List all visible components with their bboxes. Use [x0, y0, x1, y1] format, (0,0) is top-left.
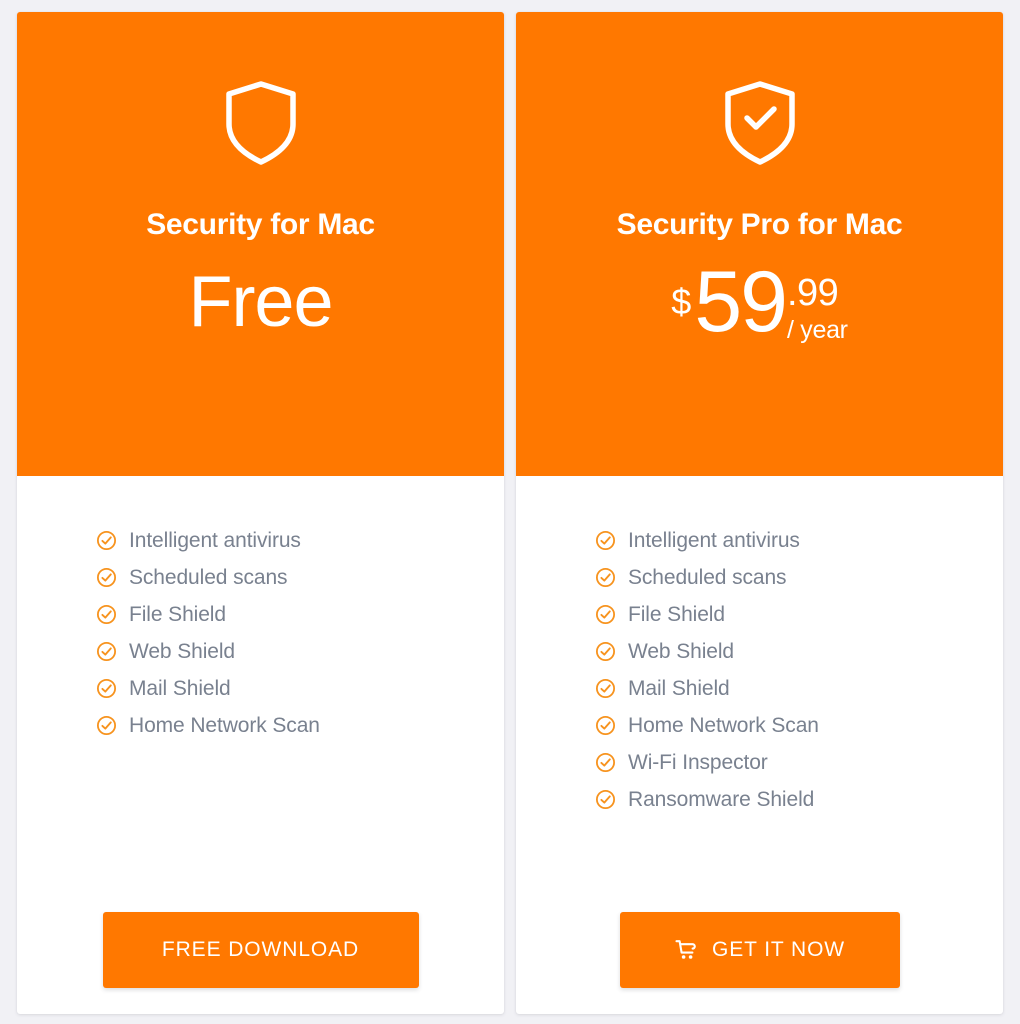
- check-circle-icon: [595, 641, 628, 662]
- check-circle-icon: [96, 530, 129, 551]
- get-it-now-button[interactable]: GET IT NOW: [619, 912, 900, 988]
- check-circle-icon: [96, 567, 129, 588]
- feature-label: Ransomware Shield: [628, 787, 815, 811]
- feature-label: File Shield: [129, 602, 226, 626]
- list-item: File Shield: [96, 596, 504, 633]
- feature-label: Home Network Scan: [628, 713, 819, 737]
- feature-label: File Shield: [628, 602, 725, 626]
- check-circle-icon: [595, 752, 628, 773]
- check-circle-icon: [595, 789, 628, 810]
- feature-list: Intelligent antivirus Scheduled scans Fi…: [516, 522, 1003, 818]
- pricing-card-pro: Security Pro for Mac $ 59 .99 / year Int…: [516, 12, 1003, 1014]
- feature-list: Intelligent antivirus Scheduled scans Fi…: [17, 522, 504, 744]
- check-circle-icon: [96, 678, 129, 699]
- price-free-label: Free: [188, 262, 333, 342]
- list-item: File Shield: [595, 596, 1003, 633]
- free-download-button[interactable]: FREE DOWNLOAD: [102, 912, 419, 988]
- check-circle-icon: [595, 604, 628, 625]
- pricing-plans-container: Security for Mac Free Intelligent antivi…: [0, 0, 1020, 1024]
- cta-label: GET IT NOW: [711, 938, 846, 961]
- pricing-card-header: Security for Mac Free: [17, 12, 504, 476]
- shield-check-icon: [722, 80, 798, 166]
- price-cents: .99: [786, 272, 839, 314]
- check-circle-icon: [595, 567, 628, 588]
- pricing-card-footer: FREE DOWNLOAD: [17, 912, 504, 1014]
- list-item: Intelligent antivirus: [595, 522, 1003, 559]
- list-item: Web Shield: [595, 633, 1003, 670]
- price-amount: 59: [694, 254, 788, 350]
- price-tail: .99 / year: [787, 274, 848, 343]
- check-circle-icon: [96, 641, 129, 662]
- list-item: Scheduled scans: [595, 559, 1003, 596]
- shopping-cart-icon: [674, 938, 698, 962]
- feature-label: Scheduled scans: [628, 565, 787, 589]
- feature-label: Mail Shield: [628, 676, 730, 700]
- check-circle-icon: [96, 604, 129, 625]
- plan-title: Security for Mac: [146, 208, 375, 241]
- check-circle-icon: [595, 678, 628, 699]
- feature-label: Web Shield: [628, 639, 735, 663]
- check-circle-icon: [595, 715, 628, 736]
- list-item: Scheduled scans: [96, 559, 504, 596]
- feature-label: Web Shield: [129, 639, 236, 663]
- shield-icon: [223, 80, 299, 166]
- plan-price: $ 59 .99 / year: [671, 254, 848, 362]
- check-circle-icon: [96, 715, 129, 736]
- feature-label: Scheduled scans: [129, 565, 288, 589]
- pricing-card-body: Intelligent antivirus Scheduled scans Fi…: [516, 476, 1003, 1014]
- feature-label: Home Network Scan: [129, 713, 320, 737]
- cta-label: FREE DOWNLOAD: [161, 938, 360, 961]
- check-circle-icon: [595, 530, 628, 551]
- pricing-card-body: Intelligent antivirus Scheduled scans Fi…: [17, 476, 504, 1014]
- plan-title: Security Pro for Mac: [616, 208, 903, 241]
- pricing-card-header: Security Pro for Mac $ 59 .99 / year: [516, 12, 1003, 476]
- price-currency: $: [671, 281, 692, 322]
- feature-label: Intelligent antivirus: [129, 528, 301, 552]
- list-item: Web Shield: [96, 633, 504, 670]
- plan-price: Free: [188, 262, 333, 362]
- pricing-card-footer: GET IT NOW: [516, 912, 1003, 1014]
- feature-label: Intelligent antivirus: [628, 528, 800, 552]
- price-period: / year: [786, 316, 848, 344]
- list-item: Ransomware Shield: [595, 781, 1003, 818]
- list-item: Intelligent antivirus: [96, 522, 504, 559]
- list-item: Wi-Fi Inspector: [595, 744, 1003, 781]
- list-item: Home Network Scan: [595, 707, 1003, 744]
- list-item: Mail Shield: [595, 670, 1003, 707]
- feature-label: Mail Shield: [129, 676, 231, 700]
- list-item: Home Network Scan: [96, 707, 504, 744]
- feature-label: Wi-Fi Inspector: [628, 750, 768, 774]
- list-item: Mail Shield: [96, 670, 504, 707]
- pricing-card-free: Security for Mac Free Intelligent antivi…: [17, 12, 504, 1014]
